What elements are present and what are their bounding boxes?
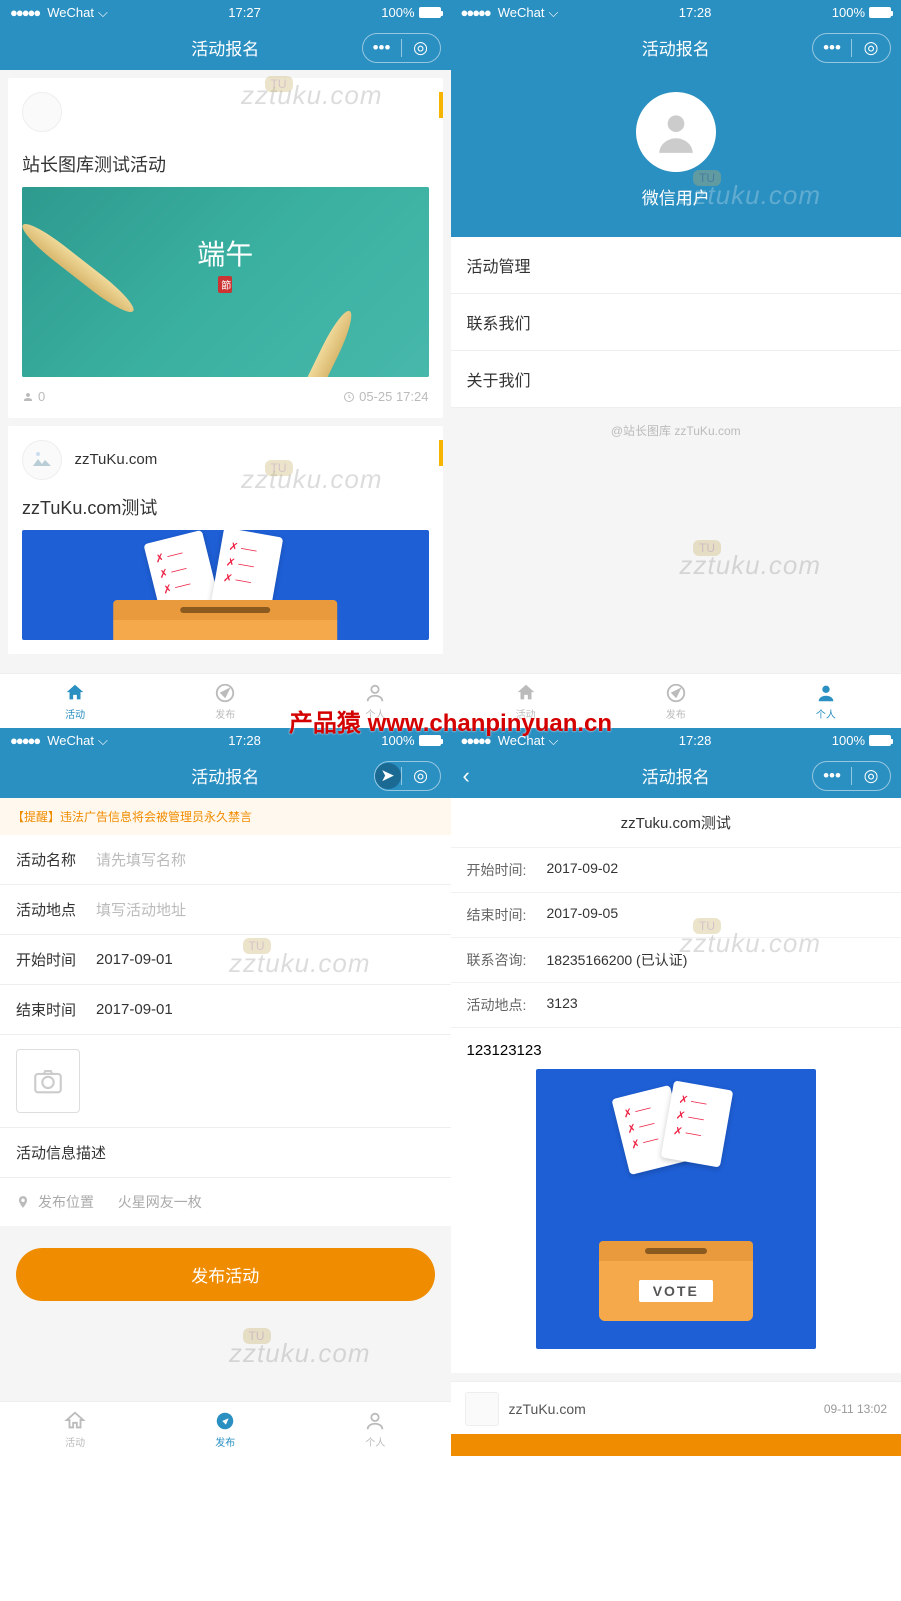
- username: 微信用户: [451, 184, 901, 209]
- capsule-menu[interactable]: ➤◎: [374, 761, 441, 791]
- back-button[interactable]: ‹: [463, 763, 470, 789]
- menu-item-about[interactable]: 关于我们: [451, 351, 901, 408]
- screen-publish-form: ●●●●● WeChat ⌵ 17:28 100% 活动报名 ➤◎ 【提醒】违法…: [0, 728, 451, 1456]
- pin-icon: [16, 1195, 30, 1209]
- page-title: 活动报名: [642, 763, 710, 788]
- tab-publish[interactable]: 发布: [601, 674, 751, 728]
- image-caption: 端午節: [197, 233, 253, 293]
- status-time: 17:27: [228, 5, 261, 20]
- watermark: zztuku.com: [229, 1338, 371, 1369]
- screen-activity-detail: ●●●●● WeChat ⌵ 17:28 100% ‹ 活动报名 •••◎ zz…: [451, 728, 901, 1456]
- screen-profile: ●●●●● WeChat ⌵ 17:28 100% 活动报名 •••◎ 微信用户…: [451, 0, 901, 728]
- card-title: 站长图库测试活动: [22, 151, 429, 177]
- publish-time: 09-11 13:02: [824, 1402, 887, 1416]
- signal-icon: ●●●●●: [10, 5, 39, 20]
- highlight-bar: [439, 440, 443, 466]
- capsule-menu[interactable]: •••◎: [362, 33, 441, 63]
- status-bar: ●●●●● WeChat ⌵ 17:28 100%: [451, 0, 901, 25]
- tab-me[interactable]: 个人: [751, 674, 901, 728]
- capsule-menu[interactable]: •••◎: [812, 33, 891, 63]
- highlight-bar: [439, 92, 443, 118]
- copyright: @站长图库 zzTuKu.com: [451, 408, 901, 453]
- warning-banner: 【提醒】违法广告信息将会被管理员永久禁言: [0, 798, 451, 835]
- avatar: [22, 440, 62, 480]
- capsule-menu[interactable]: •••◎: [812, 761, 891, 791]
- nav-bar: 活动报名 ➤◎: [0, 753, 451, 798]
- publisher-name: zzTuKu.com: [509, 1401, 586, 1417]
- screen-activity-list: ●●●●● WeChat ⌵ 17:27 100% 活动报名 •••◎ 站长图库…: [0, 0, 451, 728]
- field-location[interactable]: 活动地点填写活动地址: [0, 885, 451, 935]
- field-start-time[interactable]: 开始时间2017-09-01: [0, 935, 451, 985]
- row-contact: 联系咨询:18235166200 (已认证): [451, 938, 901, 983]
- more-icon[interactable]: •••: [813, 762, 851, 790]
- field-end-time[interactable]: 结束时间2017-09-01: [0, 985, 451, 1035]
- profile-menu: 活动管理 联系我们 关于我们: [451, 237, 901, 408]
- target-icon[interactable]: ◎: [852, 34, 890, 62]
- menu-item-contact[interactable]: 联系我们: [451, 294, 901, 351]
- camera-icon[interactable]: [16, 1049, 80, 1113]
- submit-button[interactable]: 发布活动: [16, 1248, 435, 1301]
- watermark: zztuku.com: [241, 80, 383, 111]
- vote-label: VOTE: [639, 1280, 713, 1302]
- more-icon[interactable]: •••: [363, 34, 401, 62]
- watermark: zztuku.com: [241, 464, 383, 495]
- image-upload[interactable]: [0, 1035, 451, 1128]
- status-time: 17:28: [228, 733, 261, 748]
- publisher-row: zzTuKu.com 09-11 13:02: [451, 1381, 901, 1437]
- activity-card[interactable]: zzTuKu.com zzTuKu.com测试 zztuku.com TU: [8, 426, 443, 654]
- page-title: 活动报名: [642, 35, 710, 60]
- avatar: [465, 1392, 499, 1426]
- tab-activity[interactable]: 活动: [0, 674, 150, 728]
- nav-bar: 活动报名 •••◎: [451, 25, 901, 70]
- more-icon[interactable]: •••: [813, 34, 851, 62]
- tab-activity[interactable]: 活动: [0, 1402, 150, 1456]
- battery-icon: [419, 7, 441, 18]
- detail-body: 123123123 VOTE: [451, 1028, 901, 1373]
- status-bar: ●●●●● WeChat ⌵ 17:27 100%: [0, 0, 451, 25]
- watermark-badge: TU: [693, 540, 721, 556]
- publisher-name: zzTuKu.com: [74, 440, 157, 480]
- description-field[interactable]: 活动信息描述: [0, 1128, 451, 1178]
- publish-location[interactable]: 发布位置 火星网友一枚: [0, 1178, 451, 1226]
- target-icon[interactable]: ◎: [852, 762, 890, 790]
- tab-bar: 活动 发布 个人: [0, 1401, 451, 1456]
- watermark-badge: TU: [265, 76, 293, 92]
- nav-bar: ‹ 活动报名 •••◎: [451, 753, 901, 798]
- row-start-time: 开始时间:2017-09-02: [451, 848, 901, 893]
- card-title: zzTuKu.com测试: [22, 494, 429, 520]
- menu-item-manage[interactable]: 活动管理: [451, 237, 901, 294]
- profile-header: 微信用户: [451, 70, 901, 237]
- activity-card[interactable]: 站长图库测试活动 端午節 0 05-25 17:24 zztuku.com TU: [8, 78, 443, 418]
- status-time: 17:28: [679, 733, 712, 748]
- row-end-time: 结束时间:2017-09-05: [451, 893, 901, 938]
- participant-count: 0: [22, 389, 45, 404]
- field-name[interactable]: 活动名称请先填写名称: [0, 835, 451, 885]
- overlay-watermark: 产品猿 www.chanpinyuan.cn: [289, 703, 612, 738]
- page-title: 活动报名: [191, 763, 259, 788]
- nav-bar: 活动报名 •••◎: [0, 25, 451, 70]
- tab-me[interactable]: 个人: [300, 1402, 450, 1456]
- card-timestamp: 05-25 17:24: [343, 389, 428, 404]
- signup-button[interactable]: [451, 1434, 901, 1456]
- detail-title: zzTuku.com测试: [451, 798, 901, 848]
- location-icon[interactable]: ➤: [375, 763, 401, 789]
- card-image: 端午節: [22, 187, 429, 377]
- card-image: [22, 530, 429, 640]
- page-title: 活动报名: [191, 35, 259, 60]
- row-location: 活动地点:3123: [451, 983, 901, 1028]
- avatar: [22, 92, 62, 132]
- detail-image: VOTE: [536, 1069, 816, 1349]
- tab-publish[interactable]: 发布: [150, 1402, 300, 1456]
- wifi-icon: ⌵: [98, 5, 108, 21]
- watermark-badge: TU: [243, 1328, 271, 1344]
- watermark-badge: TU: [265, 460, 293, 476]
- status-time: 17:28: [679, 5, 712, 20]
- tab-publish[interactable]: 发布: [150, 674, 300, 728]
- target-icon[interactable]: ◎: [402, 34, 440, 62]
- avatar[interactable]: [636, 92, 716, 172]
- target-icon[interactable]: ◎: [402, 762, 440, 790]
- watermark: zztuku.com: [680, 550, 822, 581]
